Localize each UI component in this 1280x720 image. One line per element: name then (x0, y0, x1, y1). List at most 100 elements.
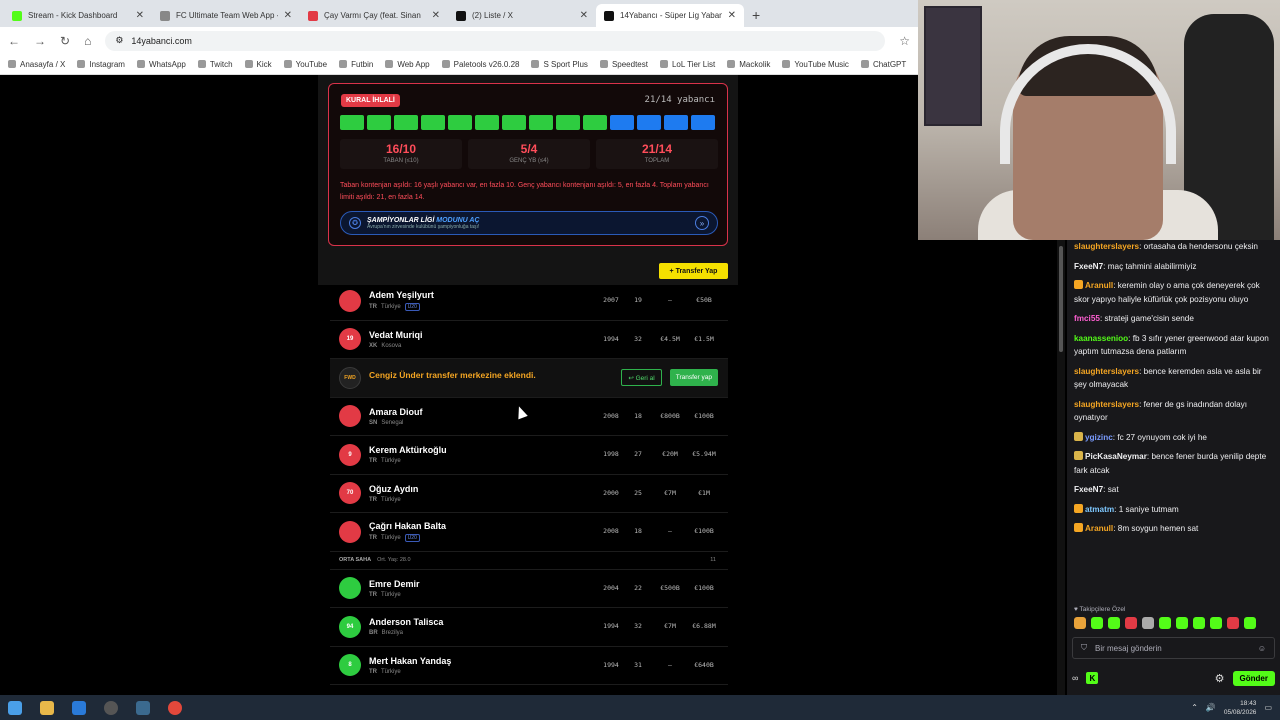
browser-tab[interactable]: Çay Varmı Çay (feat. Sinan ✕ (300, 4, 448, 27)
emote-icon[interactable] (1091, 617, 1103, 629)
browser-tab[interactable]: FC Ultimate Team Web App - E ✕ (152, 4, 300, 27)
chat-input[interactable]: ⛉ Bir mesaj gönderin ☺ (1072, 637, 1275, 659)
site-info-icon[interactable]: ⚙ (115, 35, 123, 46)
bookmark-item[interactable]: Mackolik (727, 60, 770, 69)
emote-icon[interactable] (1244, 617, 1256, 629)
chevron-up-icon[interactable]: ⌃ (1191, 703, 1198, 712)
notification-icon[interactable]: ▭ (1264, 703, 1272, 712)
player-row[interactable]: 19 Vedat Muriqi XK Kosova 1994 32 €4.5M … (330, 321, 728, 359)
emote-icon[interactable] (1108, 617, 1120, 629)
bookmark-item[interactable]: Kick (244, 60, 272, 69)
bookmark-item[interactable]: WhatsApp (136, 60, 186, 69)
player-row[interactable]: Çağrı Hakan Balta TR Türkiye U20 2008 18… (330, 513, 728, 552)
close-icon[interactable]: ✕ (284, 10, 292, 21)
player-row[interactable]: 8 Mert Hakan Yandaş TR Türkiye 1994 31 –… (330, 647, 728, 685)
reload-icon[interactable]: ↻ (60, 34, 70, 48)
chat-username[interactable]: ygizinc (1085, 433, 1113, 442)
player-row[interactable]: 70 Oğuz Aydın TR Türkiye 2000 25 €7M €1M (330, 475, 728, 513)
bookmark-item[interactable]: LoL Tier List (659, 60, 715, 69)
browser-tab[interactable]: 14Yabancı - Süper Lig Yabancı K ✕ (596, 4, 744, 27)
chat-username[interactable]: FxeeN7 (1074, 262, 1103, 271)
chat-username[interactable]: atmatm (1085, 505, 1114, 514)
users-icon[interactable]: ∞ (1072, 673, 1078, 683)
chat-username[interactable]: fmci55 (1074, 314, 1100, 323)
bookmark-item[interactable]: Anasayfa / X (8, 60, 65, 69)
foreigner-bar (637, 115, 661, 130)
volume-icon[interactable]: 🔊 (1206, 703, 1216, 712)
chat-username[interactable]: slaughterslayers (1074, 400, 1139, 409)
clock[interactable]: 18:43 05/08/2026 (1224, 699, 1257, 717)
browser-tab[interactable]: Stream - Kick Dashboard ✕ (4, 4, 152, 27)
player-row[interactable]: Amara Diouf SN Senegal 2008 18 €800B €10… (330, 398, 728, 436)
shelf (924, 6, 982, 126)
obs-icon[interactable] (104, 700, 118, 715)
windows-start-icon[interactable] (8, 700, 22, 715)
bookmark-item[interactable]: Web App (385, 60, 430, 69)
notice-transfer-button[interactable]: Transfer yap (669, 369, 718, 386)
player-row[interactable]: 94 Anderson Talisca BR Brezilya 1994 32 … (330, 608, 728, 647)
chat-username[interactable]: PicKasaNeymar (1085, 452, 1147, 461)
steam-icon[interactable] (136, 700, 150, 715)
bookmark-item[interactable]: Paletools v26.0.28 (441, 60, 519, 69)
close-icon[interactable]: ✕ (728, 10, 736, 21)
chat-message: FxeeN7: maç tahmini alabilirmiyiz (1074, 261, 1197, 271)
transfer-yap-button[interactable]: + Transfer Yap (659, 263, 728, 279)
chat-username[interactable]: FxeeN7 (1074, 485, 1103, 494)
foreigner-bar (664, 115, 688, 130)
country-name: Türkiye (381, 304, 401, 311)
url-field[interactable]: ⚙ 14yabanci.com (105, 30, 886, 51)
emote-icon[interactable] (1159, 617, 1171, 629)
stat-taban: 16/10 TABAN (≤10) (340, 139, 462, 169)
chat-username[interactable]: kaanassenioo (1074, 334, 1128, 343)
chat-username[interactable]: Aranull (1085, 281, 1113, 290)
browser-tab[interactable]: (2) Liste / X ✕ (448, 4, 596, 27)
player-stats: 1994 31 – €640B (596, 661, 718, 669)
undo-button[interactable]: ↩ Geri al (621, 369, 662, 386)
emote-icon[interactable] (1142, 617, 1154, 629)
forward-icon[interactable]: → (34, 34, 46, 48)
kick-icon[interactable]: K (1086, 672, 1099, 684)
emote-icon[interactable] (1125, 617, 1137, 629)
bookmark-item[interactable]: ChatGPT (860, 60, 906, 69)
chat-message: FxeeN7: sat (1074, 485, 1119, 494)
gear-icon[interactable]: ⚙ (1215, 672, 1225, 685)
home-icon[interactable]: ⌂ (84, 34, 91, 48)
new-tab-icon[interactable]: + (744, 7, 768, 27)
emote-icon[interactable] (1227, 617, 1239, 629)
close-icon[interactable]: ✕ (580, 10, 588, 21)
foreigner-bar (556, 115, 580, 130)
close-icon[interactable]: ✕ (136, 10, 144, 21)
country-name: Türkiye (381, 458, 401, 465)
player-row[interactable]: Adem Yeşilyurt TR Türkiye U20 2007 19 – … (330, 282, 728, 321)
player-info: Vedat Muriqi XK Kosova (369, 330, 423, 349)
emote-icon[interactable] (1176, 617, 1188, 629)
chrome-icon[interactable] (168, 700, 182, 715)
chat-username[interactable]: Aranull (1085, 524, 1113, 533)
champions-league-mode-button[interactable]: ✪ ŞAMPİYONLAR LİGİ MODUNU AÇ Avrupa'nın … (340, 211, 718, 235)
chat-message: Aranull: keremin olay o ama çok deneyere… (1074, 280, 1260, 304)
edge-icon[interactable] (72, 700, 86, 715)
emote-icon[interactable] (1074, 617, 1086, 629)
emote-icon[interactable] (1193, 617, 1205, 629)
player-row[interactable]: Emre Demir TR Türkiye 2004 22 €500B €100… (330, 570, 728, 608)
bookmark-item[interactable]: S Sport Plus (531, 60, 588, 69)
bookmark-item[interactable]: Instagram (77, 60, 125, 69)
close-icon[interactable]: ✕ (432, 10, 440, 21)
country-name: Türkiye (381, 591, 401, 598)
player-row[interactable]: 9 Kerem Aktürkoğlu TR Türkiye 1998 27 €2… (330, 436, 728, 475)
bookmark-item[interactable]: Twitch (197, 60, 233, 69)
back-icon[interactable]: ← (8, 34, 20, 48)
emote-icon[interactable] (1210, 617, 1222, 629)
bookmark-star-icon[interactable]: ☆ (899, 34, 910, 48)
bookmark-item[interactable]: YouTube (283, 60, 327, 69)
emoji-icon[interactable]: ☺ (1258, 644, 1266, 653)
bookmark-item[interactable]: Speedtest (599, 60, 648, 69)
send-button[interactable]: Gönder (1232, 670, 1275, 686)
bookmark-item[interactable]: YouTube Music (782, 60, 849, 69)
file-explorer-icon[interactable] (40, 700, 54, 715)
chat-username[interactable]: slaughterslayers (1074, 242, 1139, 251)
chat-username[interactable]: slaughterslayers (1074, 367, 1139, 376)
bookmark-item[interactable]: Futbin (339, 60, 373, 69)
player-stats: 2004 22 €500B €100B (596, 584, 718, 592)
page-scrollbar[interactable] (1057, 240, 1065, 695)
